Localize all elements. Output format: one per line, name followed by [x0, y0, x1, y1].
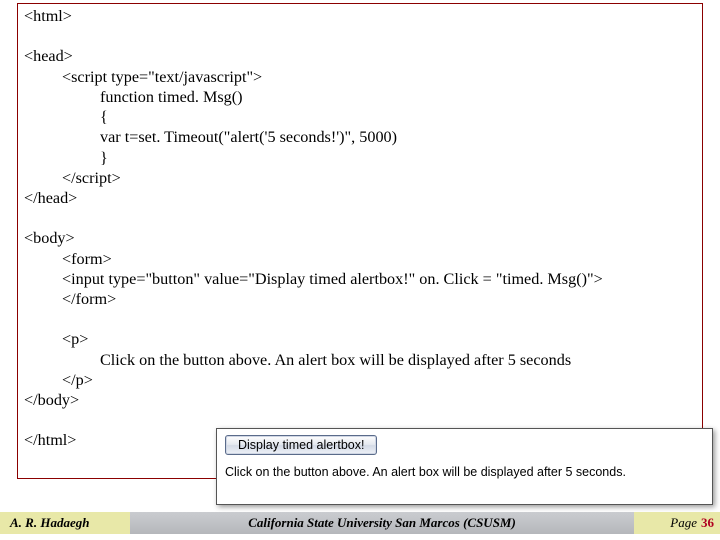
code-frame: <html> <head> <script type="text/javascr…	[17, 3, 703, 479]
footer-author: A. R. Hadaegh	[0, 512, 130, 534]
code-line: }	[100, 148, 696, 168]
code-line: <input type="button" value="Display time…	[62, 269, 696, 289]
code-line: var t=set. Timeout("alert('5 seconds!')"…	[100, 127, 696, 147]
page-label: Page	[670, 515, 697, 531]
code-line: <form>	[62, 249, 696, 269]
footer-page: Page 36	[634, 512, 720, 534]
code-line: </p>	[62, 370, 696, 390]
code-line: </form>	[62, 289, 696, 309]
blank-line	[24, 309, 696, 329]
code-line: <html>	[24, 6, 696, 26]
slide-footer: A. R. Hadaegh California State Universit…	[0, 512, 720, 534]
code-line: <body>	[24, 228, 696, 248]
rendered-preview: Display timed alertbox! Click on the but…	[216, 428, 713, 505]
code-line: </script>	[62, 168, 696, 188]
display-alert-button[interactable]: Display timed alertbox!	[225, 435, 377, 455]
code-line: <p>	[62, 329, 696, 349]
code-line: Click on the button above. An alert box …	[100, 350, 696, 370]
code-line: function timed. Msg()	[100, 87, 696, 107]
code-line: <head>	[24, 46, 696, 66]
code-line: </body>	[24, 390, 696, 410]
blank-line	[24, 26, 696, 46]
preview-caption: Click on the button above. An alert box …	[225, 465, 704, 479]
code-line: </head>	[24, 188, 696, 208]
code-line: <script type="text/javascript">	[62, 67, 696, 87]
code-line: {	[100, 107, 696, 127]
blank-line	[24, 208, 696, 228]
page-number: 36	[701, 515, 714, 531]
footer-institution: California State University San Marcos (…	[130, 512, 634, 534]
